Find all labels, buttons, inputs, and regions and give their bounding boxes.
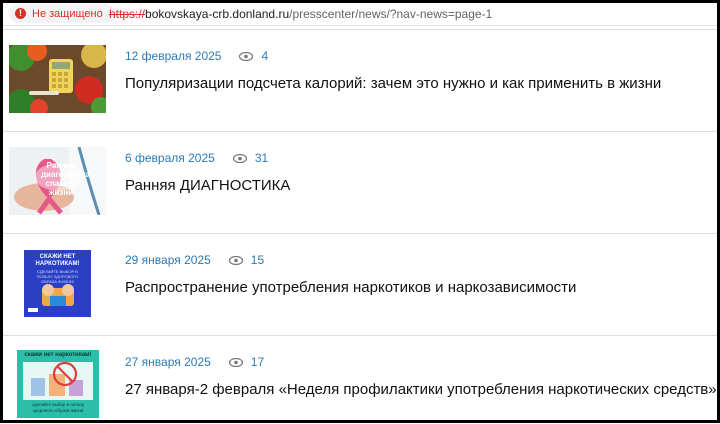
security-indicator[interactable]: ! Не защищено	[9, 4, 115, 23]
news-views: 15	[250, 253, 265, 267]
eye-icon	[228, 357, 243, 367]
news-views: 4	[261, 49, 269, 63]
news-title[interactable]: Ранняя ДИАГНОСТИКА	[125, 177, 290, 194]
news-date: 6 февраля 2025	[125, 151, 215, 165]
image-caption: Ранняя диагностика спасает жизни	[41, 161, 91, 197]
news-item[interactable]: СКАЖИ НЕТ НАРКОТИКАМ! СДЕЛАЙТЕ ВЫБОР В П…	[3, 233, 717, 336]
news-thumbnail[interactable]: скажи нет наркотикам! сделайте выбор в п…	[17, 350, 99, 418]
news-date: 27 января 2025	[125, 355, 211, 369]
warning-icon: !	[15, 8, 26, 19]
news-item[interactable]: Ранняя диагностика спасает жизни 6 февра…	[3, 131, 717, 234]
security-label: Не защищено	[32, 7, 103, 20]
news-item[interactable]: скажи нет наркотикам! сделайте выбор в п…	[3, 335, 720, 424]
news-meta: 12 февраля 2025 4	[125, 49, 268, 63]
news-views: 31	[254, 151, 269, 165]
news-meta: 29 января 2025 15	[125, 253, 264, 267]
eye-icon	[228, 255, 243, 265]
url-scheme: https://	[109, 7, 146, 21]
address-bar[interactable]: ! Не защищено https://bokovskaya-crb.don…	[3, 3, 717, 26]
eye-icon	[232, 153, 247, 163]
url-host: bokovskaya-crb.donland.ru	[145, 7, 290, 21]
news-thumbnail[interactable]: СКАЖИ НЕТ НАРКОТИКАМ! СДЕЛАЙТЕ ВЫБОР В П…	[24, 250, 91, 317]
news-title[interactable]: Распространение употребления наркотиков …	[125, 279, 576, 296]
vegetables-image	[9, 45, 106, 113]
eye-icon	[239, 51, 254, 61]
url-text[interactable]: https://bokovskaya-crb.donland.ru/pressc…	[109, 7, 492, 21]
news-thumbnail[interactable]: Ранняя диагностика спасает жизни	[9, 147, 106, 215]
news-meta: 27 января 2025 17	[125, 355, 264, 369]
people-illustration	[28, 284, 74, 312]
news-item[interactable]: 12 февраля 2025 4 Популяризации подсчета…	[3, 29, 717, 132]
news-title[interactable]: 27 января-2 февраля «Неделя профилактики…	[125, 381, 720, 398]
news-meta: 6 февраля 2025 31	[125, 151, 268, 165]
news-title[interactable]: Популяризации подсчета калорий: зачем эт…	[125, 75, 661, 92]
news-date: 12 февраля 2025	[125, 49, 222, 63]
news-thumbnail[interactable]	[9, 45, 106, 113]
news-views: 17	[250, 355, 265, 369]
url-path: /presscenter/news/?nav-news=page-1	[289, 7, 493, 21]
news-date: 29 января 2025	[125, 253, 211, 267]
image-subtitle: сделайте выбор в пользу здорового образа…	[31, 402, 85, 413]
